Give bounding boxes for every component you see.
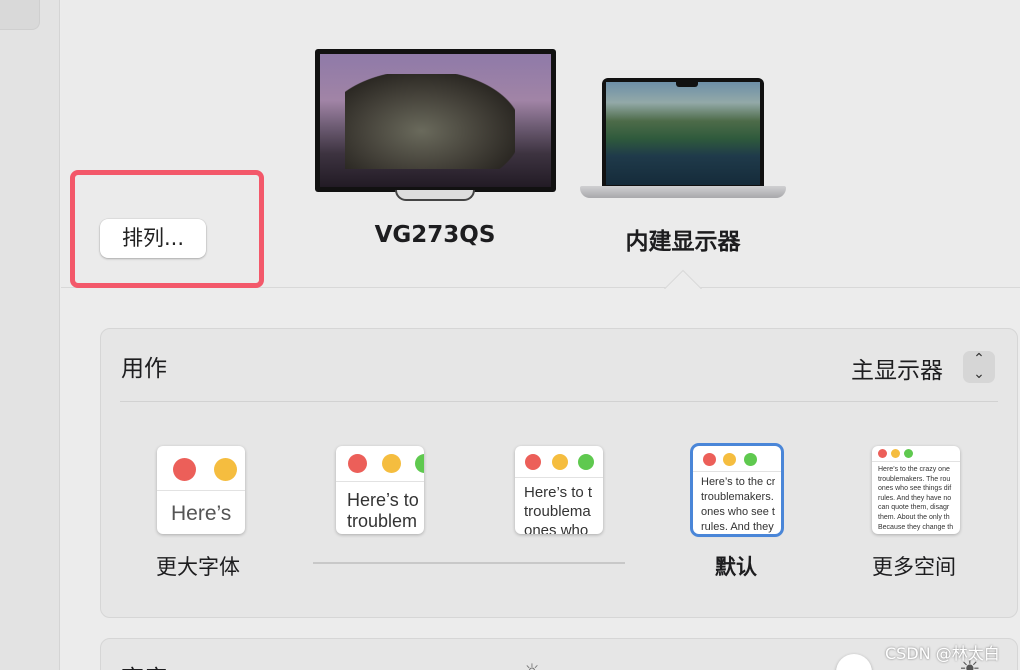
resolution-option-more-space[interactable]: Here’s to the crazy one troublemakers. T… <box>872 446 960 534</box>
minimize-dot-icon <box>214 458 237 481</box>
minimize-dot-icon <box>891 449 900 458</box>
title-bar-divider <box>872 461 960 462</box>
builtin-display-icon[interactable] <box>580 78 786 200</box>
preview-text: Here’s <box>171 502 232 525</box>
watermark: CSDN @林太白 <box>885 644 1000 663</box>
resolution-option-default[interactable]: Here’s to the cr troublemakers. ones who… <box>693 446 781 534</box>
external-monitor-icon[interactable] <box>315 49 556 201</box>
minimize-dot-icon <box>382 454 401 473</box>
close-dot-icon <box>525 454 541 470</box>
zoom-dot-icon <box>415 454 424 473</box>
option-label-larger-text: 更大字体 <box>156 555 240 579</box>
laptop-notch <box>676 82 698 87</box>
sidebar-item[interactable] <box>0 0 40 30</box>
island-image <box>345 74 515 169</box>
close-dot-icon <box>703 453 716 466</box>
laptop-lid <box>602 78 764 188</box>
divider <box>120 401 998 402</box>
resolution-slider-track[interactable] <box>313 562 625 564</box>
option-label-default: 默认 <box>715 555 757 579</box>
title-bar-divider <box>336 481 424 482</box>
monitor-wallpaper <box>320 54 551 187</box>
minimize-dot-icon <box>723 453 736 466</box>
laptop-wallpaper <box>606 82 760 185</box>
brightness-panel: 亮度 ☼ ☀ <box>100 638 1018 670</box>
title-bar-divider <box>157 490 245 491</box>
preview-text: Here’s to the cr troublemakers. ones who… <box>701 476 776 533</box>
option-label-more-space: 更多空间 <box>872 555 956 579</box>
sun-dim-icon: ☼ <box>523 659 541 670</box>
use-as-label: 用作 <box>121 356 167 382</box>
title-bar-divider <box>693 471 781 472</box>
display-settings-panel: 用作 主显示器 ⌃ ⌄ Here’s 更大字体 Here’s to troubl… <box>100 328 1018 618</box>
chevron-up-icon: ⌃ <box>973 351 985 367</box>
close-dot-icon <box>173 458 196 481</box>
title-bar-divider <box>515 477 603 478</box>
laptop-base <box>580 186 786 198</box>
brightness-slider-knob[interactable] <box>836 654 872 670</box>
resolution-option-larger-text[interactable]: Here’s <box>157 446 245 534</box>
zoom-dot-icon <box>904 449 913 458</box>
minimize-dot-icon <box>552 454 568 470</box>
brightness-label: 亮度 <box>121 659 167 670</box>
monitor-stand <box>395 190 475 201</box>
arrange-button[interactable]: 排列... <box>100 219 206 258</box>
preview-text: Here’s to the crazy one troublemakers. T… <box>878 466 954 531</box>
zoom-dot-icon <box>578 454 594 470</box>
close-dot-icon <box>348 454 367 473</box>
sidebar <box>0 0 60 670</box>
resolution-option-2[interactable]: Here’s to troublem <box>336 446 424 534</box>
use-as-value[interactable]: 主显示器 <box>851 351 943 385</box>
resolution-option-3[interactable]: Here’s to t troublema ones who <box>515 446 603 534</box>
display-name-external[interactable]: VG273QS <box>315 222 555 248</box>
monitor-screen-frame <box>315 49 556 192</box>
preview-text: Here’s to t troublema ones who <box>524 484 593 534</box>
selection-pointer <box>662 268 702 289</box>
zoom-dot-icon <box>744 453 757 466</box>
display-name-builtin[interactable]: 内建显示器 <box>583 222 783 256</box>
close-dot-icon <box>878 449 887 458</box>
use-as-stepper[interactable]: ⌃ ⌄ <box>963 351 995 383</box>
chevron-down-icon: ⌄ <box>973 366 985 382</box>
preview-text: Here’s to troublem <box>347 490 419 531</box>
